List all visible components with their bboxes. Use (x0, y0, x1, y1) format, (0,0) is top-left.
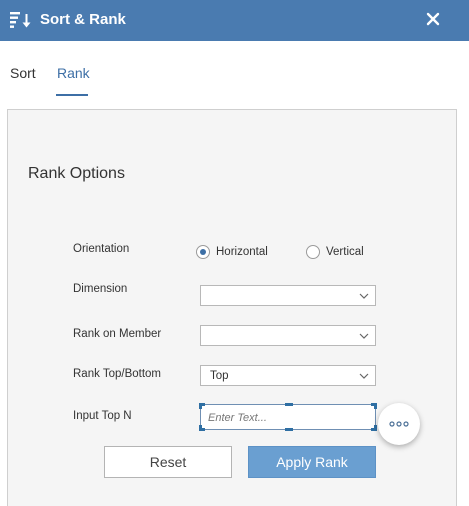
chevron-down-icon (359, 373, 369, 379)
close-icon[interactable] (425, 11, 441, 27)
tab-sort[interactable]: Sort (10, 65, 36, 81)
orientation-label: Orientation (73, 243, 130, 255)
reset-button[interactable]: Reset (104, 446, 232, 478)
input-top-n-field[interactable] (199, 403, 377, 431)
rank-top-bottom-label: Rank Top/Bottom (73, 368, 162, 380)
chevron-down-icon (359, 293, 369, 299)
resize-handle[interactable] (374, 425, 377, 431)
radio-horizontal[interactable] (196, 245, 210, 259)
tab-bar: Sort Rank (0, 41, 469, 97)
dimension-select[interactable] (200, 285, 376, 306)
active-tab-indicator (56, 94, 88, 96)
radio-vertical-label[interactable]: Vertical (326, 246, 364, 258)
more-options-button[interactable] (378, 403, 420, 445)
resize-handle[interactable] (285, 403, 293, 406)
radio-horizontal-label[interactable]: Horizontal (216, 246, 268, 258)
resize-handle[interactable] (285, 428, 293, 431)
apply-rank-button[interactable]: Apply Rank (248, 446, 376, 478)
dimension-label: Dimension (73, 283, 128, 295)
chevron-down-icon (359, 333, 369, 339)
input-top-n-input[interactable] (208, 409, 368, 426)
rank-top-bottom-select[interactable]: Top (200, 365, 376, 386)
dialog-title: Sort & Rank (40, 11, 126, 28)
rank-top-bottom-select-value: Top (210, 370, 229, 382)
rank-on-member-label: Rank on Member (73, 328, 162, 340)
dialog-header: Sort & Rank (0, 0, 469, 41)
resize-handle[interactable] (199, 403, 202, 409)
input-top-n-label: Input Top N (73, 410, 132, 422)
resize-handle[interactable] (199, 425, 202, 431)
sort-descending-icon (10, 12, 31, 28)
radio-vertical[interactable] (306, 245, 320, 259)
resize-handle[interactable] (374, 403, 377, 409)
ellipsis-icon (389, 421, 409, 427)
rank-options-title: Rank Options (28, 165, 125, 182)
rank-on-member-select[interactable] (200, 325, 376, 346)
tab-rank[interactable]: Rank (57, 65, 90, 81)
